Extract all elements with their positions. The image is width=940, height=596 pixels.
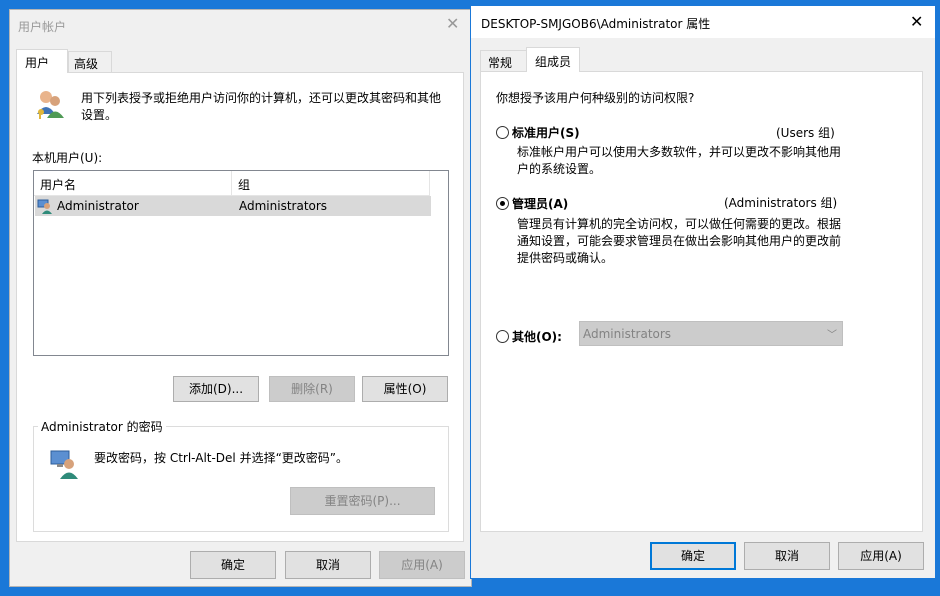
window-title: 用户帐户 <box>18 20 67 34</box>
apply-button[interactable]: 应用(A) <box>838 542 924 570</box>
administrator-group: (Administrators 组) <box>724 196 838 210</box>
properties-window: DESKTOP-SMJGOB6\Administrator 属性 ✕ 常规 组成… <box>470 5 936 579</box>
close-button[interactable]: ✕ <box>435 10 471 40</box>
standard-user-label[interactable]: 标准用户(S) <box>512 124 580 141</box>
table-header: 用户名 组 <box>34 171 430 196</box>
tab-general[interactable]: 常规 <box>480 50 527 71</box>
ok-button[interactable]: 确定 <box>190 551 276 579</box>
cancel-button[interactable]: 取消 <box>285 551 371 579</box>
tab-member-of[interactable]: 组成员 <box>526 47 580 72</box>
administrator-label[interactable]: 管理员(A) <box>512 195 568 212</box>
standard-user-group: (Users 组) <box>776 126 835 140</box>
other-radio[interactable] <box>496 330 509 343</box>
tab-panel: 你想授予该用户何种级别的访问权限? 标准用户(S) (Users 组) 标准帐户… <box>480 71 923 532</box>
window-title: DESKTOP-SMJGOB6\Administrator 属性 <box>481 17 711 31</box>
table-row[interactable]: Administrator Administrators <box>35 196 431 216</box>
users-table[interactable]: 用户名 组 Administrator Administrators <box>33 170 449 356</box>
password-text: 要改密码，按 Ctrl-Alt-Del 并选择“更改密码”。 <box>94 451 349 465</box>
close-button[interactable]: ✕ <box>899 6 935 38</box>
column-header-username[interactable]: 用户名 <box>40 176 76 193</box>
other-group-select-value: Administrators <box>583 327 672 341</box>
other-label[interactable]: 其他(O): <box>512 328 562 345</box>
row-group: Administrators <box>239 199 328 213</box>
ok-button[interactable]: 确定 <box>650 542 736 570</box>
tab-users[interactable]: 用户 <box>16 49 68 73</box>
users-icon <box>34 88 66 120</box>
tab-panel: 用下列表授予或拒绝用户访问你的计算机，还可以更改其密码和其他设置。 本机用户(U… <box>16 72 464 542</box>
other-group-select[interactable]: Administrators ﹀ <box>579 321 843 346</box>
apply-button[interactable]: 应用(A) <box>379 551 465 579</box>
tab-advanced[interactable]: 高级 <box>68 51 112 72</box>
close-icon: ✕ <box>446 14 460 33</box>
administrator-radio[interactable] <box>496 197 509 210</box>
user-icon <box>37 198 53 214</box>
row-username: Administrator <box>57 199 139 213</box>
title-bar: 用户帐户 ✕ <box>10 10 471 40</box>
properties-button[interactable]: 属性(O) <box>362 376 448 402</box>
column-header-group[interactable]: 组 <box>238 176 250 193</box>
password-group-title: Administrator 的密码 <box>38 418 166 435</box>
chevron-down-icon: ﹀ <box>827 330 837 341</box>
cancel-button[interactable]: 取消 <box>744 542 830 570</box>
reset-password-button[interactable]: 重置密码(P)... <box>290 487 435 515</box>
column-divider <box>231 171 232 195</box>
access-question: 你想授予该用户何种级别的访问权限? <box>496 91 695 105</box>
standard-user-radio[interactable] <box>496 126 509 139</box>
password-user-icon <box>49 448 81 480</box>
administrator-description: 管理员有计算机的完全访问权，可以做任何需要的更改。根据通知设置，可能会要求管理员… <box>517 217 842 265</box>
intro-text: 用下列表授予或拒绝用户访问你的计算机，还可以更改其密码和其他设置。 <box>81 91 442 122</box>
standard-user-description: 标准帐户用户可以使用大多数软件，并可以更改不影响其他用户的系统设置。 <box>517 145 842 176</box>
delete-button[interactable]: 删除(R) <box>269 376 355 402</box>
user-accounts-window: 用户帐户 ✕ 用户 高级 用下列表授予或拒绝用户访问你的计算机，还可以更改其密码… <box>9 9 472 587</box>
close-icon: ✕ <box>910 12 924 31</box>
users-label: 本机用户(U): <box>32 151 103 165</box>
add-button[interactable]: 添加(D)... <box>173 376 259 402</box>
password-group <box>33 426 449 532</box>
column-divider <box>429 171 430 195</box>
title-bar: DESKTOP-SMJGOB6\Administrator 属性 ✕ <box>471 6 935 38</box>
